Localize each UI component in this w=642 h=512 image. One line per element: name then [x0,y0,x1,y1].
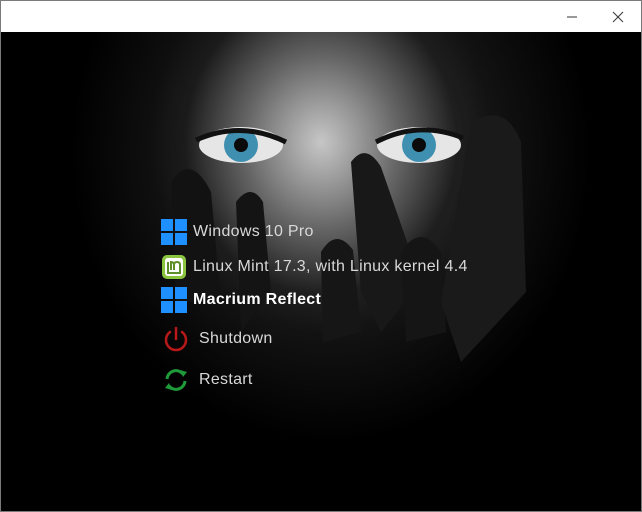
boot-menu: Windows 10 Pro Linux Mint 17.3, with Lin… [1,1,641,511]
boot-entry-macrium-reflect[interactable]: Macrium Reflect [159,285,321,315]
boot-entry-label: Shutdown [199,330,273,347]
boot-entry-label: Restart [199,371,253,388]
boot-entry-label: Macrium Reflect [193,291,322,308]
restart-icon [161,365,191,395]
boot-entry-linux-mint[interactable]: Linux Mint 17.3, with Linux kernel 4.4 [159,252,468,282]
boot-entry-label: Linux Mint 17.3, with Linux kernel 4.4 [193,258,468,275]
shutdown-option[interactable]: Shutdown [161,324,273,354]
linux-mint-logo-icon [159,252,189,282]
restart-option[interactable]: Restart [161,365,253,395]
boot-entry-label: Windows 10 Pro [193,223,314,240]
boot-menu-window: Windows 10 Pro Linux Mint 17.3, with Lin… [0,0,642,512]
power-icon [161,324,191,354]
windows-logo-icon [159,217,189,247]
windows-logo-icon [159,285,189,315]
boot-entry-windows-10[interactable]: Windows 10 Pro [159,217,314,247]
